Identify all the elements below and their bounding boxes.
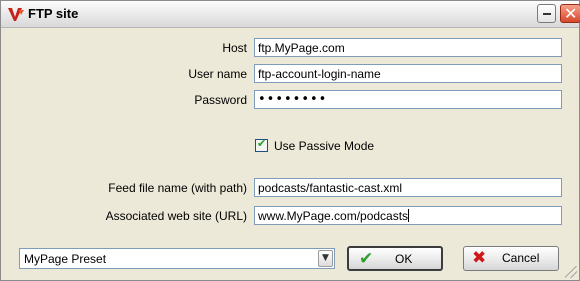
window-title: FTP site: [28, 6, 79, 21]
password-label: Password: [194, 93, 247, 107]
minimize-icon: [543, 13, 551, 15]
username-label: User name: [188, 67, 247, 81]
website-label: Associated web site (URL): [105, 209, 247, 223]
minimize-button[interactable]: [537, 4, 556, 23]
preset-dropdown-button[interactable]: ▼: [318, 250, 333, 267]
website-input[interactable]: www.MyPage.com/podcasts: [254, 206, 562, 225]
close-icon: ✕: [564, 4, 578, 23]
close-button[interactable]: ✕: [560, 4, 580, 23]
preset-value: MyPage Preset: [24, 252, 107, 266]
password-input[interactable]: ••••••••: [254, 90, 562, 109]
ok-label: OK: [395, 252, 413, 266]
chevron-down-icon: ▼: [322, 253, 329, 263]
feed-file-input[interactable]: podcasts/fantastic-cast.xml: [254, 178, 562, 197]
passive-mode-label[interactable]: Use Passive Mode: [274, 139, 374, 153]
website-value: www.MyPage.com/podcasts: [258, 209, 409, 223]
checkmark-icon: ✔: [359, 249, 374, 269]
cancel-button[interactable]: ✖ Cancel: [463, 246, 559, 271]
title-bar[interactable]: FTP site ✕: [1, 1, 580, 28]
ok-button[interactable]: ✔ OK: [347, 246, 443, 271]
resize-grip-icon[interactable]: [565, 266, 577, 278]
preset-dropdown[interactable]: MyPage Preset ▼: [19, 248, 335, 269]
checkmark-icon: ✔: [257, 137, 267, 150]
host-label: Host: [222, 41, 247, 55]
app-logo-icon: [8, 8, 24, 21]
text-cursor: [408, 209, 410, 222]
host-input[interactable]: ftp.MyPage.com: [254, 38, 562, 57]
cancel-label: Cancel: [502, 251, 540, 265]
feed-file-label: Feed file name (with path): [108, 181, 247, 195]
username-input[interactable]: ftp-account-login-name: [254, 64, 562, 83]
ftp-site-dialog: FTP site ✕ Host ftp.MyPage.com User name…: [0, 0, 580, 281]
passive-mode-checkbox[interactable]: ✔: [255, 137, 268, 152]
x-icon: ✖: [472, 248, 487, 268]
